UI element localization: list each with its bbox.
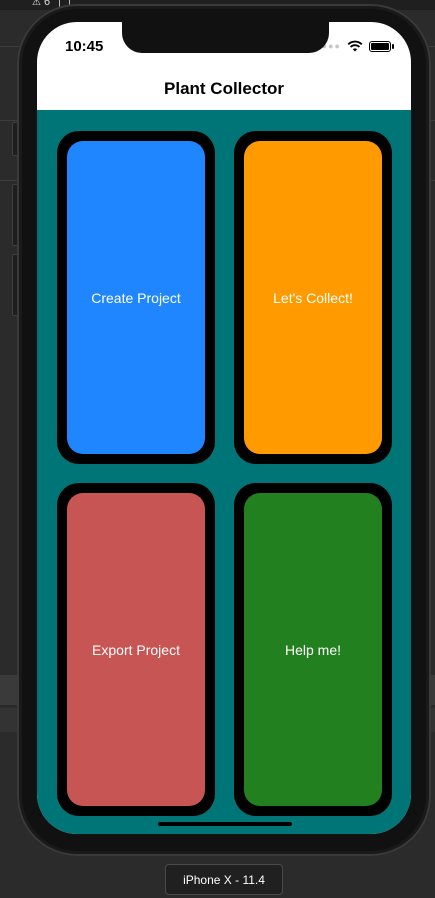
warning-count: 6 <box>43 0 51 8</box>
create-project-label: Create Project <box>91 289 181 306</box>
device-notch <box>122 22 329 53</box>
warning-icon: ⚠ <box>32 0 41 8</box>
nav-title: Plant Collector <box>164 79 284 98</box>
tile-create-project-frame: Create Project <box>57 131 215 464</box>
tile-export-project-frame: Export Project <box>57 483 215 816</box>
export-project-button[interactable]: Export Project <box>67 493 205 806</box>
status-time: 10:45 <box>65 38 104 55</box>
tile-lets-collect-frame: Let's Collect! <box>234 131 392 464</box>
home-grid: Create Project Let's Collect! Export Pro… <box>37 110 411 834</box>
help-me-label: Help me! <box>284 641 342 658</box>
export-project-label: Export Project <box>92 641 180 658</box>
create-project-button[interactable]: Create Project <box>67 141 205 454</box>
help-me-button[interactable]: Help me! <box>244 493 382 806</box>
lets-collect-button[interactable]: Let's Collect! <box>244 141 382 454</box>
device-selector[interactable]: iPhone X - 11.4 <box>165 864 283 895</box>
home-indicator[interactable] <box>158 822 292 826</box>
battery-icon <box>369 40 394 52</box>
tile-help-me-frame: Help me! <box>234 483 392 816</box>
wifi-icon <box>347 40 363 52</box>
lets-collect-label: Let's Collect! <box>273 289 353 306</box>
device-screen: 10:45 ●●●● Plant Collector Create Projec… <box>37 22 411 834</box>
